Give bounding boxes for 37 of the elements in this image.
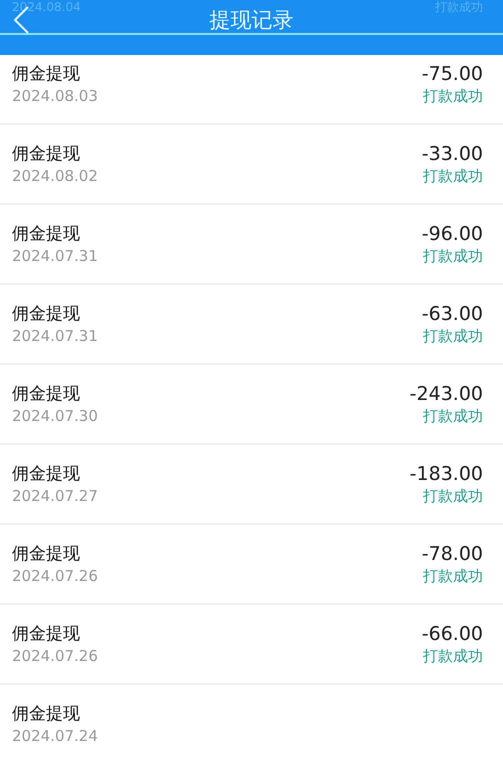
record-amount: -96.00 — [422, 222, 483, 244]
record-amount: -78.00 — [422, 542, 483, 564]
record-date: 2024.08.03 — [12, 86, 98, 106]
record-date: 2024.07.24 — [12, 726, 98, 746]
record-amount: -75.00 — [422, 62, 483, 84]
record-title: 佣金提现 — [12, 382, 81, 404]
record-date: 2024.08.04 — [12, 0, 81, 14]
record-date: 2024.07.31 — [12, 326, 98, 346]
record-amount: -66.00 — [422, 622, 483, 644]
record-title: 佣金提现 — [12, 702, 81, 724]
record-status: 打款成功 — [423, 166, 483, 186]
record-status: 打款成功 — [423, 246, 483, 266]
record-date: 2024.08.02 — [12, 166, 98, 186]
record-date: 2024.07.26 — [12, 646, 98, 666]
record-date: 2024.07.31 — [12, 246, 98, 266]
record-status: 打款成功 — [423, 86, 483, 106]
record-title: 佣金提现 — [12, 142, 81, 164]
record-date: 2024.07.30 — [12, 406, 98, 426]
record-date: 2024.07.27 — [12, 486, 98, 506]
record-status: 打款成功 — [423, 566, 483, 586]
record-title: 佣金提现 — [12, 222, 81, 244]
page-title: 提现记录 — [210, 7, 294, 34]
record-title: 佣金提现 — [12, 62, 81, 84]
record-title: 佣金提现 — [12, 462, 81, 484]
record-title: 佣金提现 — [12, 302, 81, 324]
record-status: 打款成功 — [423, 326, 483, 346]
record-amount: -63.00 — [422, 302, 483, 324]
record-status: 打款成功 — [423, 486, 483, 506]
record-status: 打款成功 — [423, 406, 483, 426]
record-amount: -33.00 — [422, 142, 483, 164]
record-amount: -243.00 — [410, 382, 483, 404]
record-amount: -183.00 — [410, 462, 483, 484]
record-title: 佣金提现 — [12, 622, 81, 644]
record-date: 2024.07.26 — [12, 566, 98, 586]
record-status: 打款成功 — [423, 646, 483, 666]
record-title: 佣金提现 — [12, 542, 81, 564]
record-status: 打款成功 — [435, 0, 483, 14]
